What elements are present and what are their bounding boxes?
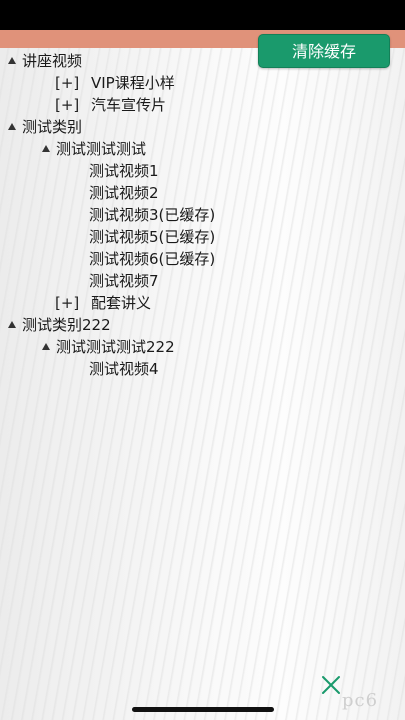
tree-group-label: 讲座视频 [22, 52, 83, 70]
tree-group-label: 测试类别 [22, 118, 83, 136]
status-bar [0, 0, 405, 30]
expanded-triangle-icon [8, 321, 16, 328]
expand-bracket: [+] [55, 96, 80, 114]
tree-subgroup-test222[interactable]: 测试测试测试222 [42, 336, 175, 358]
tree-group-test[interactable]: 测试类别 [8, 116, 82, 138]
tree-group-test222[interactable]: 测试类别222 [8, 314, 111, 336]
watermark-logo: pc6 [342, 690, 379, 711]
tree-item-label: 汽车宣传片 [91, 96, 167, 114]
tree-item[interactable]: 测试视频6(已缓存) [89, 248, 215, 270]
tree-expand-vip[interactable]: [+] VIP课程小样 [55, 72, 175, 94]
tree-group-lectures[interactable]: 讲座视频 [8, 50, 82, 72]
expanded-triangle-icon [42, 145, 50, 152]
expanded-triangle-icon [42, 343, 50, 350]
tree-item-label: VIP课程小样 [91, 74, 175, 92]
expand-bracket: [+] [55, 294, 80, 312]
tree-item[interactable]: 测试视频7 [89, 270, 159, 292]
clear-cache-button[interactable]: 清除缓存 [258, 34, 390, 68]
tree-subgroup-test[interactable]: 测试测试测试 [42, 138, 146, 160]
tree-item[interactable]: 测试视频3(已缓存) [89, 204, 215, 226]
tree-subgroup-label: 测试测试测试 [56, 140, 147, 158]
tree-item[interactable]: 测试视频5(已缓存) [89, 226, 215, 248]
expanded-triangle-icon [8, 123, 16, 130]
expand-bracket: [+] [55, 74, 80, 92]
tree-group-label: 测试类别222 [22, 316, 111, 334]
tree-expand-car[interactable]: [+] 汽车宣传片 [55, 94, 166, 116]
tree-subgroup-label: 测试测试测试222 [56, 338, 175, 356]
tree-item[interactable]: 测试视频2 [89, 182, 159, 204]
expanded-triangle-icon [8, 57, 16, 64]
tree-item-label: 配套讲义 [91, 294, 152, 312]
tree-expand-handouts[interactable]: [+] 配套讲义 [55, 292, 151, 314]
tree-item[interactable]: 测试视频1 [89, 160, 159, 182]
home-indicator[interactable] [132, 707, 274, 712]
close-icon[interactable] [320, 674, 342, 696]
tree-item[interactable]: 测试视频4 [89, 358, 159, 380]
